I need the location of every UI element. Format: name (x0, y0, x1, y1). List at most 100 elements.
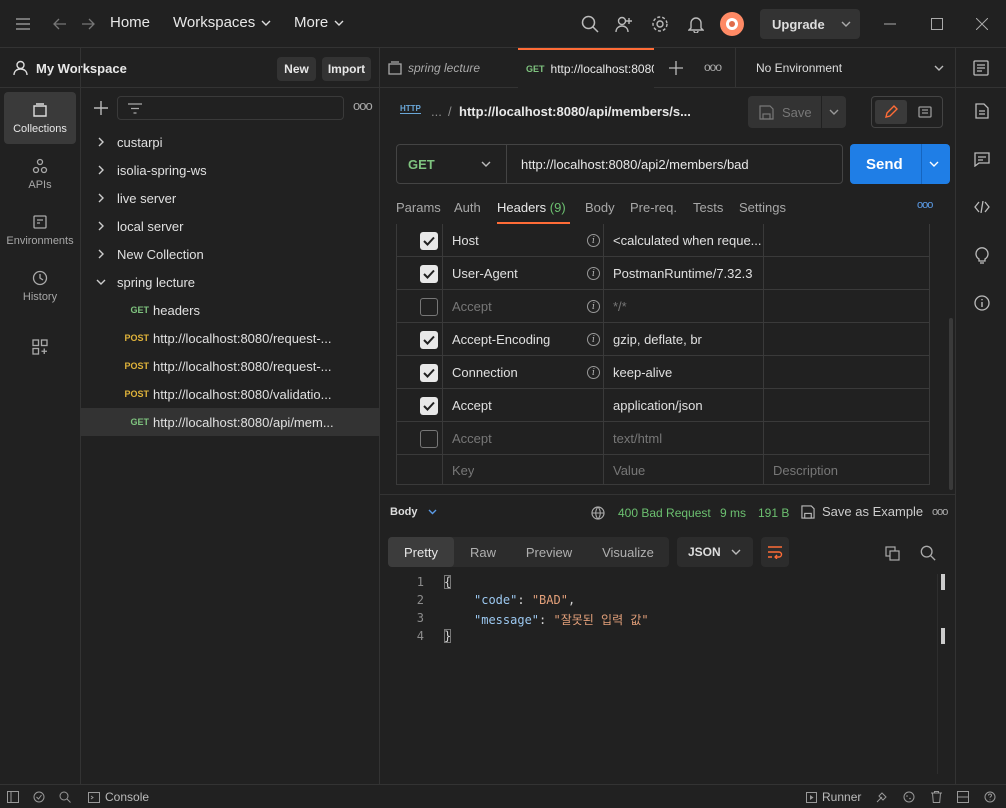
tab-auth[interactable]: Auth (454, 200, 481, 215)
header-value[interactable]: <calculated when reque... (613, 224, 761, 257)
tab-settings[interactable]: Settings (739, 200, 786, 215)
header-checkbox[interactable] (420, 331, 438, 349)
new-button[interactable]: New (277, 57, 316, 81)
save-button[interactable]: Save (748, 96, 846, 128)
response-size[interactable]: 191 B (758, 506, 789, 520)
wrap-lines-icon[interactable] (761, 537, 789, 567)
header-key[interactable]: Connection (452, 356, 518, 389)
more-menu[interactable]: More (294, 14, 344, 31)
response-body-selector[interactable]: Body (390, 506, 437, 518)
workspaces-menu[interactable]: Workspaces (173, 14, 271, 31)
configure-sidebar-icon[interactable] (31, 338, 49, 356)
cookies-icon[interactable] (902, 790, 916, 804)
info-icon[interactable]: i (587, 234, 600, 247)
tab-tests[interactable]: Tests (693, 200, 723, 215)
upgrade-button[interactable]: Upgrade (760, 9, 860, 39)
tab-params[interactable]: Params (396, 200, 441, 215)
tab-spring-lecture[interactable]: spring lecture (388, 48, 510, 88)
toggle-sidebar-icon[interactable] (6, 790, 20, 804)
edit-pencil-icon[interactable] (875, 100, 907, 124)
maximize-icon[interactable] (927, 14, 947, 34)
scrollbar[interactable] (949, 318, 953, 490)
import-button[interactable]: Import (322, 57, 371, 81)
status-code[interactable]: 400 Bad Request (618, 506, 711, 520)
tab-pre-request[interactable]: Pre-req. (630, 200, 677, 215)
header-checkbox[interactable] (420, 430, 438, 448)
header-value[interactable]: keep-alive (613, 356, 761, 389)
request-item[interactable]: POST http://localhost:8080/request-... (81, 352, 379, 380)
rail-item-history[interactable]: History (4, 260, 76, 312)
environment-selector[interactable]: No Environment (736, 48, 954, 88)
value-placeholder[interactable]: Value (613, 455, 645, 484)
header-checkbox[interactable] (420, 298, 438, 316)
tabs-more-icon[interactable]: ooo (704, 60, 722, 74)
collection-item[interactable]: local server (81, 212, 379, 240)
home-link[interactable]: Home (110, 14, 150, 31)
format-selector[interactable]: JSON (677, 537, 753, 567)
code-icon[interactable] (973, 198, 991, 216)
collection-item[interactable]: spring lecture (81, 268, 379, 296)
response-more-icon[interactable]: ooo (932, 506, 948, 518)
search-icon[interactable] (580, 14, 600, 34)
sidebar-more-icon[interactable]: ooo (353, 98, 373, 113)
tab-visualize[interactable]: Visualize (590, 537, 666, 567)
add-icon[interactable] (93, 100, 109, 116)
info-icon[interactable]: i (587, 267, 600, 280)
url-input[interactable]: http://localhost:8080/api2/members/bad (521, 157, 749, 172)
description-placeholder[interactable]: Description (773, 455, 838, 484)
tab-pretty[interactable]: Pretty (388, 537, 454, 567)
rail-item-environments[interactable]: Environments (4, 204, 76, 256)
header-key[interactable]: User-Agent (452, 257, 518, 290)
collection-item[interactable]: live server (81, 184, 379, 212)
header-value[interactable]: */* (613, 290, 761, 323)
avatar[interactable] (720, 12, 744, 36)
tab-preview[interactable]: Preview (514, 537, 584, 567)
help-icon[interactable] (983, 790, 997, 804)
filter-input[interactable] (117, 96, 344, 120)
environment-quick-look-icon[interactable] (972, 59, 990, 77)
pane-divider[interactable] (380, 494, 955, 495)
header-key[interactable]: Accept (452, 389, 492, 422)
info-icon[interactable]: i (587, 300, 600, 313)
find-replace-icon[interactable] (58, 790, 72, 804)
header-key[interactable]: Accept (452, 422, 492, 455)
info-icon[interactable]: i (587, 366, 600, 379)
response-time[interactable]: 9 ms (720, 506, 746, 520)
collection-item[interactable]: isolia-spring-ws (81, 156, 379, 184)
header-value[interactable]: gzip, deflate, br (613, 323, 761, 356)
request-item[interactable]: POST http://localhost:8080/request-... (81, 324, 379, 352)
online-status-icon[interactable] (32, 790, 46, 804)
key-placeholder[interactable]: Key (452, 455, 474, 484)
forward-arrow-icon[interactable] (80, 16, 96, 32)
scrollbar-track[interactable] (937, 574, 938, 774)
documentation-icon[interactable] (909, 100, 941, 124)
send-button[interactable]: Send (850, 144, 950, 184)
runner-button[interactable]: Runner (806, 790, 861, 804)
console-button[interactable]: Console (88, 790, 149, 804)
rail-item-collections[interactable]: Collections (4, 92, 76, 144)
documentation-icon[interactable] (973, 102, 991, 120)
tab-body[interactable]: Body (585, 200, 615, 215)
tab-active-request[interactable]: GET http://localhost:8080 (518, 48, 654, 88)
two-pane-view-icon[interactable] (956, 790, 970, 804)
globe-icon[interactable] (590, 505, 606, 521)
invite-user-icon[interactable] (614, 14, 634, 34)
header-checkbox[interactable] (420, 364, 438, 382)
header-checkbox[interactable] (420, 397, 438, 415)
header-checkbox[interactable] (420, 265, 438, 283)
request-item[interactable]: POST http://localhost:8080/validatio... (81, 380, 379, 408)
copy-icon[interactable] (884, 545, 900, 561)
save-as-example-button[interactable]: Save as Example (801, 504, 923, 519)
header-key[interactable]: Host (452, 224, 479, 257)
header-key[interactable]: Accept (452, 290, 492, 323)
comments-icon[interactable] (973, 150, 991, 168)
header-key[interactable]: Accept-Encoding (452, 323, 550, 356)
header-checkbox[interactable] (420, 232, 438, 250)
info-icon[interactable] (973, 294, 991, 312)
capture-requests-icon[interactable] (875, 790, 889, 804)
lightbulb-icon[interactable] (973, 246, 991, 264)
menu-icon[interactable] (14, 16, 32, 32)
collection-item[interactable]: custarpi (81, 128, 379, 156)
minimize-icon[interactable] (880, 14, 900, 34)
rail-item-apis[interactable]: APIs (4, 148, 76, 200)
